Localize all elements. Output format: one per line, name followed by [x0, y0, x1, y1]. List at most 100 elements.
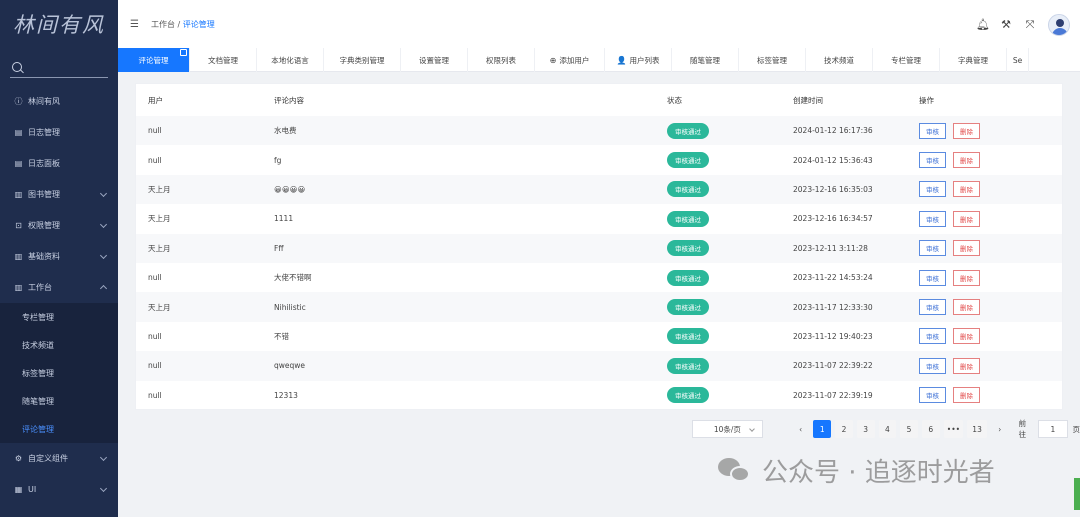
delete-button[interactable]: 删除 — [953, 299, 980, 316]
tab-item[interactable]: ⊕ 添加用户 — [535, 48, 605, 72]
next-page-button[interactable]: › — [991, 420, 1009, 438]
page-button[interactable]: ••• — [943, 420, 964, 438]
audit-button[interactable]: 审核 — [919, 210, 946, 227]
sidebar-subitem[interactable]: 标签管理 — [0, 359, 118, 387]
tab-item[interactable]: Se — [1007, 48, 1029, 72]
side-indicator — [1074, 478, 1080, 510]
sidebar-item[interactable]: ⓘ 林间有风 — [0, 86, 118, 117]
tab-item[interactable]: 文档管理 — [190, 48, 257, 72]
cell-content: 😀😀😀😀 — [274, 184, 306, 194]
cell-user: null — [148, 361, 162, 371]
chevron-down-icon — [99, 484, 108, 493]
sidebar-subitem[interactable]: 专栏管理 — [0, 303, 118, 331]
audit-button[interactable]: 审核 — [919, 269, 946, 286]
sidebar-item[interactable]: ▥ 工作台 — [0, 272, 118, 303]
page-button[interactable]: 3 — [856, 420, 875, 438]
page-button[interactable]: 1 — [813, 420, 832, 438]
page-button[interactable]: 13 — [967, 420, 987, 438]
sidebar-item[interactable]: ▤ 日志面板 — [0, 148, 118, 179]
avatar[interactable] — [1048, 14, 1070, 36]
delete-button[interactable]: 删除 — [953, 240, 980, 257]
tab-item[interactable]: 权限列表 — [468, 48, 535, 72]
delete-button[interactable]: 删除 — [953, 210, 980, 227]
table-body: null 水电费 审核通过 2024-01-12 16:17:36 审核 删除 null fg… — [136, 116, 1062, 410]
tab-item[interactable]: 本地化语言 — [257, 48, 324, 72]
audit-button[interactable]: 审核 — [919, 387, 946, 404]
tab-item[interactable]: 标签管理 — [739, 48, 806, 72]
sidebar-search[interactable] — [10, 56, 108, 78]
cell-status: 审核通过 — [657, 122, 783, 139]
goto-input[interactable]: 1 — [1038, 420, 1068, 438]
sidebar-item[interactable]: ⚙ 自定义组件 — [0, 443, 118, 474]
sidebar-item-label: 自定义组件 — [28, 454, 68, 463]
wechat-icon — [718, 456, 752, 486]
lock-icon: ⊡ — [15, 221, 22, 230]
watermark: 公众号 · 追逐时光者 — [718, 452, 995, 489]
cell-time: 2023-11-12 19:40:23 — [793, 331, 873, 341]
sidebar-item[interactable]: ▥ 基础资料 — [0, 241, 118, 272]
sidebar-item-label: UI — [28, 485, 37, 494]
audit-button[interactable]: 审核 — [919, 181, 946, 198]
fullscreen-icon[interactable]: ⤧ — [1024, 19, 1036, 31]
menu-toggle-icon[interactable]: ☰ — [130, 19, 139, 30]
audit-button[interactable]: 审核 — [919, 328, 946, 345]
cell-user: 天上月 — [148, 184, 171, 194]
delete-button[interactable]: 删除 — [953, 181, 980, 198]
delete-button[interactable]: 删除 — [953, 269, 980, 286]
page-button[interactable]: 6 — [921, 420, 940, 438]
tab-item[interactable]: 随笔管理 — [672, 48, 739, 72]
breadcrumb-parent[interactable]: 工作台 — [151, 20, 175, 29]
page-button[interactable]: 2 — [835, 420, 853, 438]
prev-page-button[interactable]: ‹ — [792, 420, 810, 438]
sidebar-menu: ⓘ 林间有风 ▤ 日志管理 ▤ 日志面板 ▥ 图书管理 ⊡ 权限管理 ▥ 基础资料 ▥ 工作台 专栏管理 技术… — [0, 86, 118, 505]
tab-item[interactable]: 技术频道 — [806, 48, 873, 72]
sidebar-subitem[interactable]: 随笔管理 — [0, 387, 118, 415]
cell-content: Nihilistic — [274, 302, 306, 312]
tab-item[interactable]: 字典管理 — [940, 48, 1007, 72]
tab-item[interactable]: 字典类别管理 — [324, 48, 401, 72]
audit-button[interactable]: 审核 — [919, 240, 946, 257]
tab-item[interactable]: 👤 用户列表 — [605, 48, 672, 72]
page-button[interactable]: 5 — [900, 420, 918, 438]
bell-icon[interactable]: 🔔︎ — [976, 19, 990, 31]
sidebar-item[interactable]: ⊡ 权限管理 — [0, 210, 118, 241]
tab-label: 评论管理 — [138, 55, 169, 65]
goto-label: 前往 — [1018, 419, 1027, 439]
tab-item[interactable]: 专栏管理 — [873, 48, 940, 72]
delete-button[interactable]: 删除 — [953, 152, 980, 169]
goto-suffix: 页 — [1072, 424, 1080, 434]
search-icon[interactable] — [12, 61, 22, 72]
sidebar-subitem[interactable]: 评论管理 — [0, 415, 118, 443]
tools-icon[interactable]: ⚒ — [1000, 19, 1012, 31]
gear-icon: ⚙ — [14, 454, 23, 463]
tab-label: Se — [1012, 55, 1023, 65]
sidebar-item-label: 日志面板 — [28, 159, 60, 168]
audit-button[interactable]: 审核 — [919, 299, 946, 316]
cell-user: 天上月 — [148, 243, 171, 253]
delete-button[interactable]: 删除 — [953, 357, 980, 374]
sidebar-item[interactable]: ▤ 日志管理 — [0, 117, 118, 148]
cell-time: 2023-11-22 14:53:24 — [793, 273, 873, 283]
status-badge: 审核通过 — [667, 240, 709, 257]
delete-button[interactable]: 删除 — [953, 122, 980, 139]
audit-button[interactable]: 审核 — [919, 152, 946, 169]
sidebar-item[interactable]: ▦ UI — [0, 474, 118, 505]
doc-icon: ▤ — [14, 159, 23, 168]
audit-button[interactable]: 审核 — [919, 122, 946, 139]
table-row: 天上月 1111 审核通过 2023-12-16 16:34:57 审核 删除 — [136, 204, 1062, 233]
cell-status: 审核通过 — [657, 210, 783, 227]
table-row: null 12313 审核通过 2023-11-07 22:39:19 审核 删除 — [136, 381, 1062, 410]
audit-button[interactable]: 审核 — [919, 357, 946, 374]
page-size-select[interactable]: 10条/页 — [692, 420, 763, 438]
delete-button[interactable]: 删除 — [953, 328, 980, 345]
delete-button[interactable]: 删除 — [953, 387, 980, 404]
cell-content: qweqwe — [274, 361, 306, 371]
cell-actions: 审核 删除 — [909, 357, 1059, 374]
sidebar-item[interactable]: ▥ 图书管理 — [0, 179, 118, 210]
sidebar-subitem[interactable]: 技术频道 — [0, 331, 118, 359]
page-button[interactable]: 4 — [878, 420, 897, 438]
goto-page: 前往 1 页 — [1019, 418, 1080, 440]
tab-item[interactable]: 设置管理 — [401, 48, 468, 72]
user-icon: 👤 — [616, 55, 627, 65]
tab-item[interactable]: 评论管理 — [118, 48, 190, 72]
